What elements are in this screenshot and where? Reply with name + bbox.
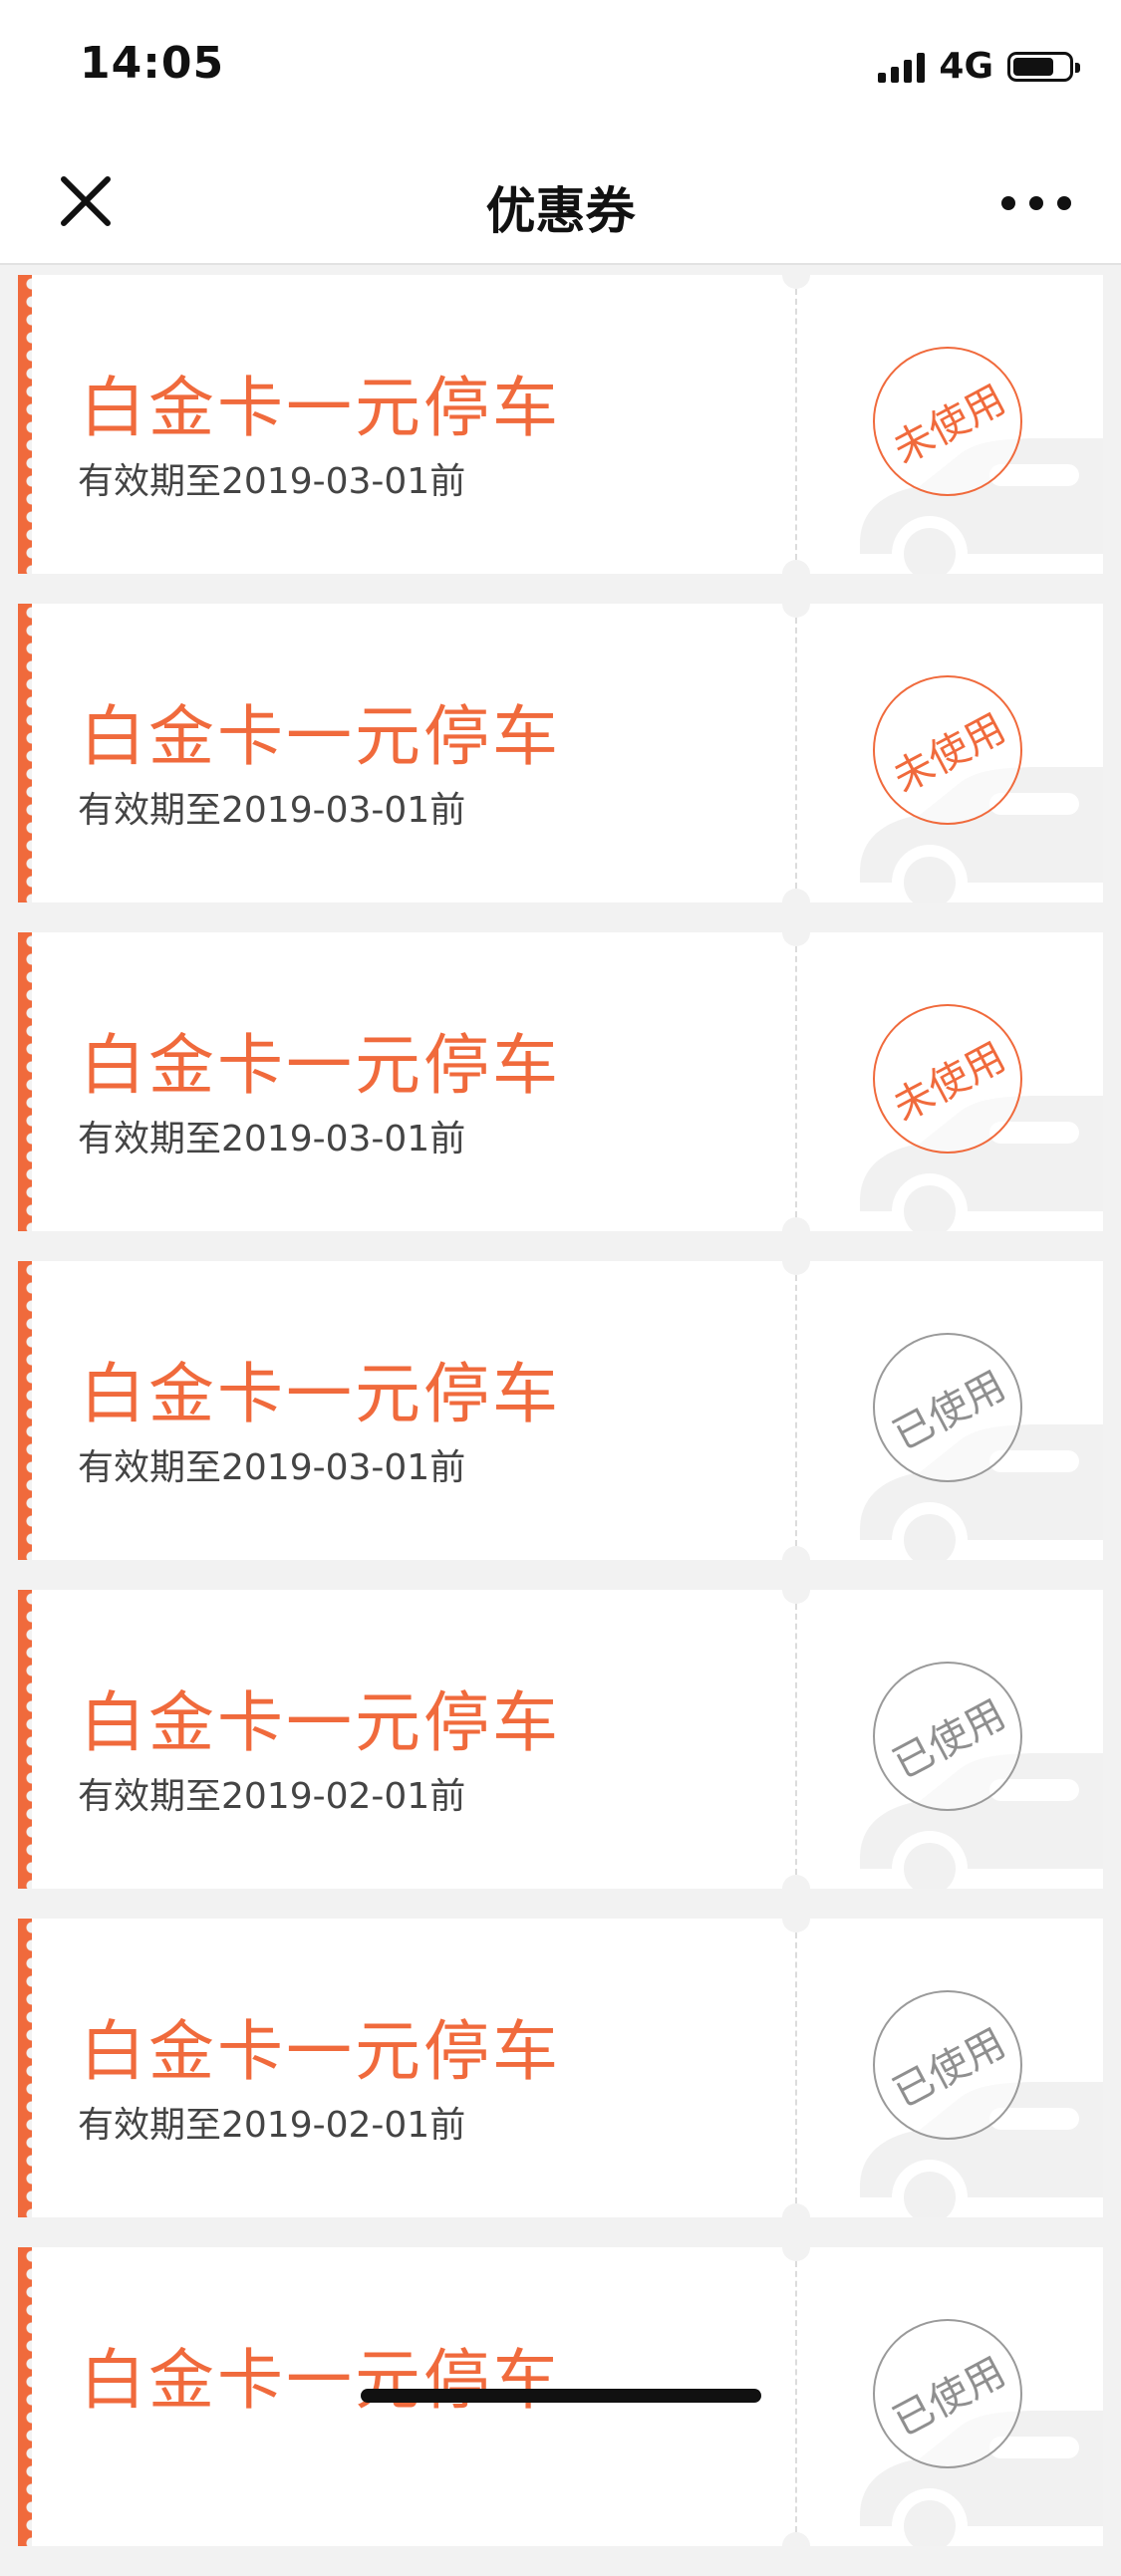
status-bar: 14:05 4G	[0, 0, 1121, 139]
coupon-status-text: 已使用	[886, 1363, 1013, 1460]
more-button[interactable]	[1001, 183, 1071, 223]
coupon-notch	[782, 2203, 810, 2217]
coupon-divider	[795, 1932, 797, 2203]
coupon-serrated-edge	[18, 1261, 32, 1560]
coupon-validity: 有效期至2019-02-01前	[78, 1776, 466, 1817]
coupon-status-text: 已使用	[886, 1691, 1013, 1789]
coupon-status-text: 已使用	[886, 2020, 1013, 2118]
coupon-divider	[795, 2261, 797, 2532]
coupon-status-stamp: 已使用	[873, 2319, 1022, 2468]
coupon-card[interactable]: 白金卡一元停车有效期至2019-03-01前 未使用	[18, 275, 1103, 574]
coupon-title: 白金卡一元停车	[80, 2342, 561, 2419]
coupon-serrated-edge	[18, 2247, 32, 2546]
coupon-notch	[782, 275, 810, 289]
coupon-serrated-edge	[18, 932, 32, 1231]
more-dot-icon	[1001, 196, 1015, 210]
coupon-list: 白金卡一元停车 有效期至2019-03-01前 未使用 白金卡一元停车 有效期至2019…	[0, 267, 1121, 2576]
coupon-divider	[795, 946, 797, 1217]
coupon-serrated-edge	[18, 275, 32, 574]
coupon-validity: 有效期至2019-03-01前	[78, 1119, 466, 1159]
coupon-notch	[782, 1919, 810, 1932]
coupon-status-stamp: 未使用	[873, 1004, 1022, 1154]
coupon-card[interactable]: 白金卡一元停车有效期至2019-03-01前 未使用	[18, 604, 1103, 902]
coupon-notch	[782, 604, 810, 618]
coupon-validity: 有效期至2019-02-01前	[78, 2105, 466, 2146]
coupon-notch	[782, 560, 810, 574]
coupon-status-text: 已使用	[886, 2349, 1013, 2447]
coupon-divider	[795, 1275, 797, 1546]
coupon-card[interactable]: 白金卡一元停车有效期至2019-03-01前 未使用	[18, 932, 1103, 1231]
coupon-title: 白金卡一元停车	[80, 1027, 561, 1104]
coupon-status-stamp: 未使用	[873, 347, 1022, 496]
coupon-serrated-edge	[18, 604, 32, 902]
coupon-status-text: 未使用	[886, 1034, 1013, 1132]
more-dot-icon	[1057, 196, 1071, 210]
coupon-notch	[782, 2532, 810, 2546]
coupon-notch	[782, 1875, 810, 1889]
coupon-title: 白金卡一元停车	[80, 698, 561, 775]
network-type: 4G	[939, 46, 993, 87]
coupon-notch	[782, 889, 810, 902]
page-title: 优惠券	[485, 182, 636, 240]
coupon-serrated-edge	[18, 1590, 32, 1889]
coupon-notch	[782, 1217, 810, 1231]
coupon-notch	[782, 1546, 810, 1560]
coupon-status-stamp: 已使用	[873, 1662, 1022, 1811]
coupon-notch	[782, 1590, 810, 1604]
coupon-status-stamp: 已使用	[873, 1990, 1022, 2140]
coupon-title: 白金卡一元停车	[80, 1684, 561, 1761]
home-indicator[interactable]	[361, 2389, 761, 2403]
coupon-validity: 有效期至2019-03-01前	[78, 790, 466, 831]
coupon-status-text: 未使用	[886, 705, 1013, 803]
status-indicators: 4G	[878, 46, 1080, 87]
status-time: 14:05	[80, 38, 225, 89]
coupon-validity: 有效期至2019-03-01前	[78, 1447, 466, 1488]
coupon-notch	[782, 1261, 810, 1275]
coupon-validity: 有效期至2019-03-01前	[78, 461, 466, 502]
nav-bar: 优惠券	[0, 139, 1121, 265]
coupon-card[interactable]: 白金卡一元停车有效期至2019-03-01前 已使用	[18, 1261, 1103, 1560]
coupon-card[interactable]: 白金卡一元停车有效期至2019-02-01前 已使用	[18, 1919, 1103, 2217]
coupon-status-stamp: 未使用	[873, 675, 1022, 825]
coupon-notch	[782, 932, 810, 946]
signal-icon	[878, 51, 926, 83]
battery-icon	[1007, 51, 1080, 82]
coupon-status-stamp: 已使用	[873, 1333, 1022, 1482]
coupon-divider	[795, 618, 797, 889]
coupon-serrated-edge	[18, 1919, 32, 2217]
more-dot-icon	[1029, 196, 1043, 210]
coupon-card[interactable]: 白金卡一元停车有效期至2019-02-01前 已使用	[18, 1590, 1103, 1889]
coupon-status-text: 未使用	[886, 377, 1013, 474]
coupon-title: 白金卡一元停车	[80, 370, 561, 446]
coupon-divider	[795, 1604, 797, 1875]
coupon-title: 白金卡一元停车	[80, 1356, 561, 1432]
coupon-title: 白金卡一元停车	[80, 2013, 561, 2090]
coupon-notch	[782, 2247, 810, 2261]
coupon-divider	[795, 289, 797, 560]
